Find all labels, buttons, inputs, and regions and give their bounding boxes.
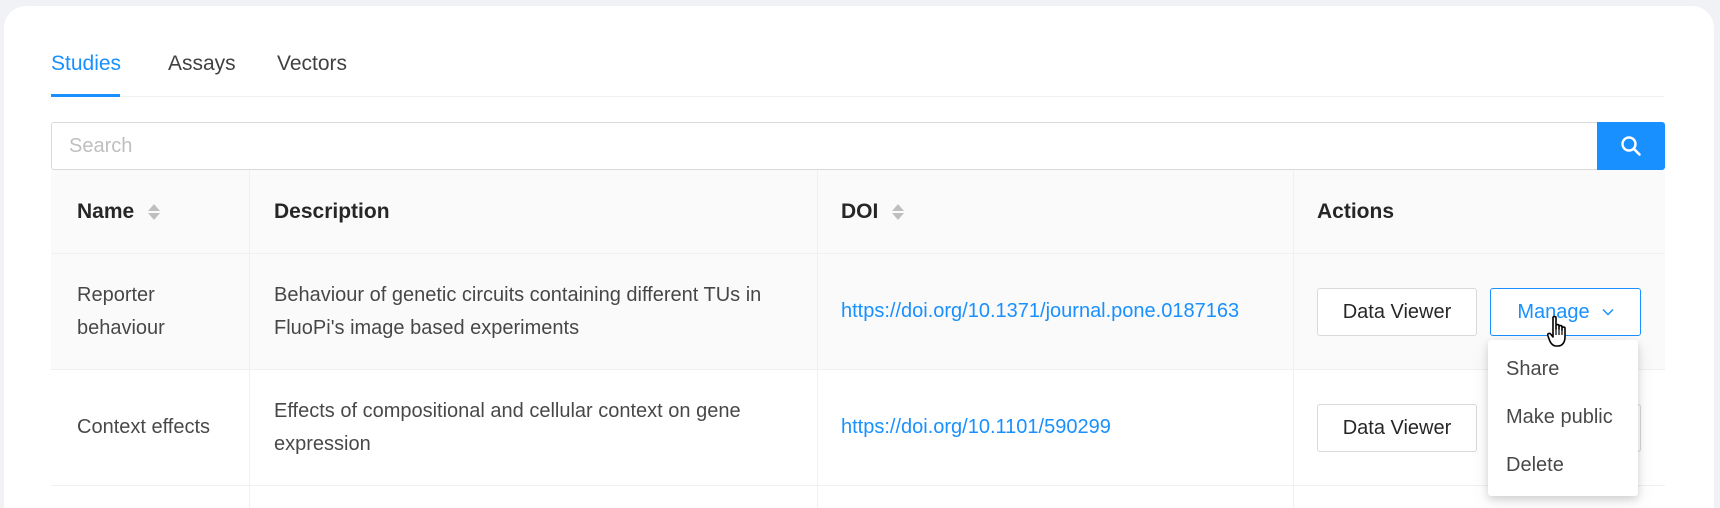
table-row	[51, 486, 1665, 508]
doi-link[interactable]: https://doi.org/10.1371/journal.pone.018…	[841, 300, 1239, 323]
data-viewer-button[interactable]: Data Viewer	[1317, 288, 1477, 336]
chevron-down-icon	[1602, 308, 1614, 316]
study-description: Effects of compositional and cellular co…	[274, 399, 741, 455]
column-header-actions: Actions	[1294, 170, 1665, 253]
table-row: Context effects Effects of compositional…	[51, 370, 1665, 486]
tab-assays-label: Assays	[168, 52, 236, 75]
table-header-row: Name Description DOI Actions	[51, 170, 1665, 254]
study-description: Behaviour of genetic circuits containing…	[274, 283, 762, 339]
search-button[interactable]	[1597, 122, 1665, 170]
tab-studies[interactable]: Studies	[51, 52, 121, 76]
search-bar	[51, 122, 1665, 170]
tab-bar: Studies Assays Vectors	[51, 49, 1664, 97]
active-tab-indicator	[51, 94, 120, 97]
cell-name	[51, 486, 250, 508]
table-row: Reporter behaviour Behaviour of genetic …	[51, 254, 1665, 370]
tab-vectors[interactable]: Vectors	[277, 52, 347, 76]
tab-vectors-label: Vectors	[277, 52, 348, 75]
sort-icon[interactable]	[892, 203, 905, 220]
doi-link[interactable]: https://doi.org/10.1101/590299	[841, 416, 1111, 439]
study-name: Reporter behaviour	[77, 283, 165, 339]
column-header-description: Description	[250, 170, 818, 253]
cell-name: Context effects	[51, 370, 250, 485]
menu-item-share[interactable]: Share	[1488, 345, 1638, 393]
cell-doi	[818, 486, 1294, 508]
data-viewer-button[interactable]: Data Viewer	[1317, 404, 1477, 452]
menu-item-make-public[interactable]: Make public	[1488, 393, 1638, 441]
menu-item-delete[interactable]: Delete	[1488, 441, 1638, 489]
column-header-name[interactable]: Name	[51, 170, 250, 253]
study-name: Context effects	[77, 416, 211, 438]
column-header-description-label: Description	[274, 199, 390, 223]
search-input[interactable]	[51, 122, 1597, 170]
manage-dropdown-menu: Share Make public Delete	[1488, 340, 1638, 496]
sort-icon[interactable]	[148, 203, 161, 220]
tab-studies-label: Studies	[51, 52, 122, 75]
tab-assays[interactable]: Assays	[168, 52, 236, 76]
column-header-doi[interactable]: DOI	[818, 170, 1294, 253]
cell-doi: https://doi.org/10.1371/journal.pone.018…	[818, 254, 1294, 369]
cell-name: Reporter behaviour	[51, 254, 250, 369]
cell-description	[250, 486, 818, 508]
search-icon	[1621, 136, 1641, 156]
manage-button-label: Manage	[1517, 300, 1590, 323]
column-header-doi-label: DOI	[841, 199, 879, 223]
cell-description: Behaviour of genetic circuits containing…	[250, 254, 818, 369]
column-header-name-label: Name	[77, 199, 135, 223]
cell-doi: https://doi.org/10.1101/590299	[818, 370, 1294, 485]
cell-description: Effects of compositional and cellular co…	[250, 370, 818, 485]
column-header-actions-label: Actions	[1317, 199, 1395, 223]
manage-button[interactable]: Manage	[1490, 288, 1641, 336]
